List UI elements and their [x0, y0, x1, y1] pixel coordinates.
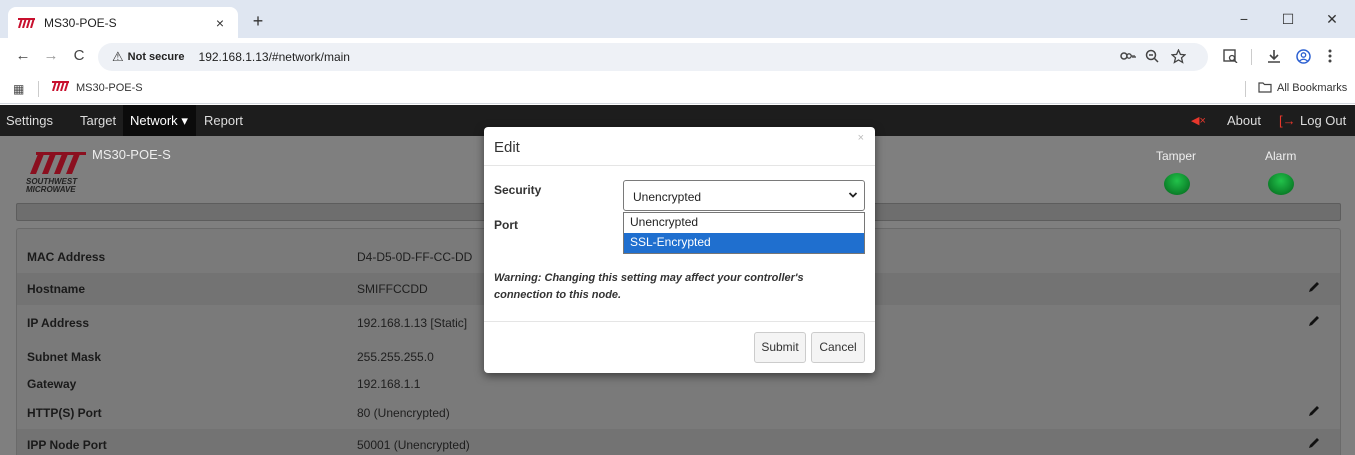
bookmark-favicon-icon: [52, 80, 70, 94]
modal-header: Edit ×: [484, 127, 875, 166]
tamper-indicator: [1164, 173, 1190, 195]
bookmarks-bar: ▦ MS30-POE-S All Bookmarks: [0, 74, 1355, 104]
security-select-value: Unencrypted: [633, 190, 702, 204]
alarm-label: Alarm: [1265, 149, 1297, 163]
warning-text: Warning: Changing this setting may affec…: [494, 272, 804, 301]
row-label: IPP Node Port: [27, 438, 107, 452]
option-unencrypted[interactable]: Unencrypted: [624, 213, 864, 233]
all-bookmarks-button[interactable]: All Bookmarks: [1258, 82, 1347, 96]
modal-footer-divider: [484, 321, 875, 322]
table-row: IPP Node Port 50001 (Unencrypted): [17, 429, 1340, 455]
nav-about[interactable]: About: [1227, 113, 1261, 128]
maximize-button[interactable]: ☐: [1266, 0, 1310, 38]
bookmarks-divider-right: [1245, 81, 1246, 97]
logout-icon[interactable]: [→: [1279, 113, 1296, 128]
edit-pencil-icon[interactable]: [1307, 314, 1321, 331]
bookmarks-divider: [38, 81, 39, 97]
new-tab-button[interactable]: +: [246, 10, 270, 34]
url-text[interactable]: 192.168.1.13/#network/main: [199, 50, 350, 64]
alarm-indicator: [1268, 173, 1294, 195]
caret-down-icon: ▾: [181, 113, 188, 128]
address-bar-row: ← → C ⚠ Not secure 192.168.1.13/#network…: [0, 38, 1355, 74]
forward-button[interactable]: →: [42, 48, 60, 66]
edit-modal: Edit × Security Unencrypted Port Unencry…: [484, 127, 875, 373]
bookmark-ms30[interactable]: MS30-POE-S: [52, 80, 143, 94]
device-name: MS30-POE-S: [92, 147, 171, 162]
row-value: 80 (Unencrypted): [357, 406, 450, 420]
modal-close-icon[interactable]: ×: [858, 132, 864, 144]
submit-button[interactable]: Submit: [754, 332, 806, 363]
password-key-icon[interactable]: [1120, 49, 1136, 65]
row-value: 192.168.1.1: [357, 377, 421, 391]
nav-logout[interactable]: Log Out: [1300, 113, 1346, 128]
not-secure-label[interactable]: Not secure: [128, 51, 185, 63]
edit-pencil-icon[interactable]: [1307, 280, 1321, 297]
bookmark-star-icon[interactable]: [1170, 48, 1187, 67]
security-select[interactable]: Unencrypted: [623, 180, 865, 211]
row-value: D4-D5-0D-FF-CC-DD: [357, 250, 473, 264]
row-value: 50001 (Unencrypted): [357, 438, 470, 452]
bookmark-label: MS30-POE-S: [76, 81, 143, 94]
address-bar[interactable]: ⚠ Not secure 192.168.1.13/#network/main: [98, 43, 1208, 71]
company-logo: SOUTHWEST MICROWAVE: [26, 152, 88, 194]
site-favicon-icon: [18, 17, 36, 28]
logo-text-2: MICROWAVE: [26, 185, 76, 194]
zoom-icon[interactable]: [1145, 49, 1159, 66]
tab-close-icon[interactable]: ×: [212, 15, 228, 31]
port-label: Port: [494, 218, 518, 232]
reload-button[interactable]: C: [70, 48, 88, 66]
window-close-button[interactable]: ✕: [1310, 0, 1354, 38]
minimize-button[interactable]: −: [1222, 0, 1266, 38]
row-label: Gateway: [27, 377, 77, 391]
cancel-button[interactable]: Cancel: [811, 332, 865, 363]
row-value: 192.168.1.13 [Static]: [357, 316, 468, 330]
warning-icon[interactable]: ⚠: [112, 49, 124, 65]
menu-dots-icon[interactable]: [1328, 49, 1332, 66]
mute-speaker-icon[interactable]: ◀×: [1191, 114, 1206, 127]
nav-network-label: Network: [130, 113, 178, 128]
reading-mode-icon[interactable]: [1223, 49, 1238, 66]
option-ssl-encrypted[interactable]: SSL-Encrypted: [624, 233, 864, 253]
nav-target[interactable]: Target: [80, 113, 116, 128]
back-button[interactable]: ←: [14, 48, 32, 66]
table-row: HTTP(S) Port 80 (Unencrypted): [17, 397, 1340, 429]
row-value: SMIFFCCDD: [357, 282, 428, 296]
browser-tab[interactable]: MS30-POE-S ×: [8, 7, 238, 38]
row-value: 255.255.255.0: [357, 350, 434, 364]
row-label: Hostname: [27, 282, 86, 296]
nav-report[interactable]: Report: [204, 113, 243, 128]
tab-title: MS30-POE-S: [44, 15, 117, 30]
modal-title: Edit: [494, 139, 520, 156]
security-dropdown-list: Unencrypted SSL-Encrypted: [623, 212, 865, 254]
chevron-down-icon: [848, 189, 858, 203]
row-label: Subnet Mask: [27, 350, 102, 364]
edit-pencil-icon[interactable]: [1307, 436, 1321, 453]
tamper-label: Tamper: [1156, 149, 1197, 163]
apps-grid-icon[interactable]: ▦: [13, 82, 24, 96]
download-icon[interactable]: [1267, 49, 1281, 67]
security-label: Security: [494, 183, 542, 197]
all-bookmarks-label: All Bookmarks: [1277, 82, 1348, 94]
folder-icon: [1258, 82, 1272, 96]
nav-network[interactable]: Network ▾: [130, 113, 188, 129]
toolbar-divider: [1251, 49, 1252, 65]
nav-settings[interactable]: Settings: [6, 113, 53, 128]
edit-pencil-icon[interactable]: [1307, 404, 1321, 421]
profile-icon[interactable]: [1296, 49, 1311, 67]
row-label: HTTP(S) Port: [27, 406, 102, 420]
row-label: IP Address: [27, 316, 90, 330]
browser-tab-strip: MS30-POE-S × + − ☐ ✕: [0, 0, 1355, 38]
row-label: MAC Address: [27, 250, 106, 264]
